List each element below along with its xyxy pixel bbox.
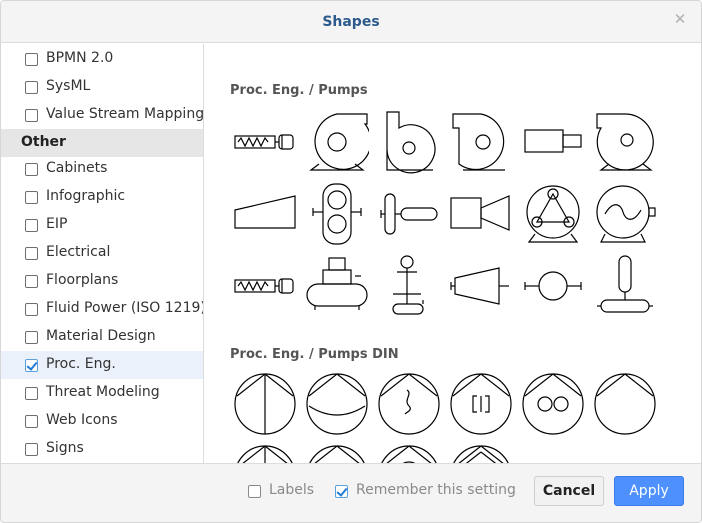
library-item-signs[interactable]: Signs	[1, 435, 203, 463]
pump-vertical-shaft-icon	[377, 254, 441, 318]
library-checkbox[interactable]	[25, 219, 38, 232]
group-header-label: Other	[21, 134, 66, 150]
library-checkbox[interactable]	[25, 387, 38, 400]
library-checkbox[interactable]	[25, 415, 38, 428]
pump-horizontal-drive-icon	[377, 182, 441, 246]
library-item-label: Web Icons	[46, 412, 118, 428]
pump-inline-icon	[521, 110, 585, 174]
pump-screw-icon	[233, 110, 297, 174]
labels-checkbox-label[interactable]: Labels	[269, 482, 314, 498]
library-checkbox-checked[interactable]	[25, 359, 38, 372]
library-item-label: Threat Modeling	[46, 384, 160, 400]
library-item-bpmn[interactable]: BPMN 2.0	[1, 45, 203, 73]
pump-screw-2-icon	[233, 254, 297, 318]
pump-diffuser-icon	[449, 254, 513, 318]
library-item-label: EIP	[46, 216, 68, 232]
library-item-material-design[interactable]: Material Design	[1, 323, 203, 351]
apply-button[interactable]: Apply	[614, 476, 684, 506]
pump-vertical-icon	[377, 110, 441, 174]
library-item-web-icons[interactable]: Web Icons	[1, 407, 203, 435]
dialog-title: Shapes	[322, 14, 380, 30]
library-item-label: Cabinets	[46, 160, 108, 176]
pump-tank-mounted-icon	[305, 254, 369, 318]
close-icon[interactable]: ✕	[672, 11, 688, 27]
cancel-button[interactable]: Cancel	[534, 476, 604, 506]
shape-preview-pane[interactable]: Proc. Eng. / Pumps Proc. Eng. / Pumps DI…	[205, 44, 701, 463]
library-item-label: BPMN 2.0	[46, 50, 114, 66]
din-pump-5-icon	[521, 372, 585, 436]
remember-setting-label[interactable]: Remember this setting	[356, 482, 516, 498]
library-checkbox[interactable]	[25, 443, 38, 456]
library-checkbox[interactable]	[25, 275, 38, 288]
pump-jet-icon	[449, 182, 513, 246]
section-title-pumps: Proc. Eng. / Pumps	[230, 83, 368, 98]
section-title-pumps-din: Proc. Eng. / Pumps DIN	[230, 347, 399, 362]
library-item-label: Electrical	[46, 244, 111, 260]
library-item-label: Value Stream Mapping	[46, 106, 204, 122]
din-pump-7-icon	[233, 444, 297, 463]
library-item-value-stream-mapping[interactable]: Value Stream Mapping	[1, 101, 203, 129]
pump-centrifugal-2-icon	[593, 110, 657, 174]
pump-peristaltic-icon	[593, 182, 657, 246]
dialog-titlebar: Shapes ✕	[1, 1, 701, 43]
library-item-label: Floorplans	[46, 272, 119, 288]
library-list[interactable]: BPMN 2.0 SysML Value Stream Mapping Othe…	[1, 44, 204, 463]
library-checkbox[interactable]	[25, 81, 38, 94]
library-item-eip[interactable]: EIP	[1, 211, 203, 239]
library-item-floorplans[interactable]: Floorplans	[1, 267, 203, 295]
library-item-cabinets[interactable]: Cabinets	[1, 155, 203, 183]
library-checkbox[interactable]	[25, 191, 38, 204]
dialog-footer: Labels Remember this setting Cancel Appl…	[1, 463, 701, 522]
din-pump-6-icon	[593, 372, 657, 436]
library-checkbox[interactable]	[25, 331, 38, 344]
labels-checkbox[interactable]	[248, 485, 261, 498]
pump-end-suction-icon	[449, 110, 513, 174]
library-checkbox[interactable]	[25, 53, 38, 66]
shapes-dialog: Shapes ✕ BPMN 2.0 SysML Value Stream Map…	[0, 0, 702, 523]
library-item-label: Proc. Eng.	[46, 356, 116, 372]
library-checkbox[interactable]	[25, 163, 38, 176]
din-pump-9-icon	[377, 444, 441, 463]
library-item-label: Material Design	[46, 328, 156, 344]
library-group-header-other: Other	[1, 129, 203, 157]
pump-twin-screw-icon	[305, 182, 369, 246]
remember-setting-checkbox[interactable]	[335, 485, 348, 498]
library-item-label: SysML	[46, 78, 91, 94]
library-checkbox[interactable]	[25, 303, 38, 316]
library-checkbox[interactable]	[25, 109, 38, 122]
library-item-label: Fluid Power (ISO 1219)	[46, 300, 204, 316]
library-item-label: Signs	[46, 440, 84, 456]
din-pump-4-icon	[449, 372, 513, 436]
din-pump-8-icon	[305, 444, 369, 463]
pump-wedge-icon	[233, 182, 297, 246]
library-item-proc-eng[interactable]: Proc. Eng.	[1, 351, 203, 379]
din-pump-3-icon	[377, 372, 441, 436]
din-pump-1-icon	[233, 372, 297, 436]
library-item-threat-modeling[interactable]: Threat Modeling	[1, 379, 203, 407]
library-item-label: Infographic	[46, 188, 126, 204]
pump-submersible-icon	[593, 254, 657, 318]
pump-rotary-lobe-icon	[521, 182, 585, 246]
din-pump-2-icon	[305, 372, 369, 436]
library-item-infographic[interactable]: Infographic	[1, 183, 203, 211]
library-item-electrical[interactable]: Electrical	[1, 239, 203, 267]
library-item-sysml[interactable]: SysML	[1, 73, 203, 101]
pump-circle-inline-icon	[521, 254, 585, 318]
din-pump-10-icon	[449, 444, 513, 463]
library-item-fluid-power[interactable]: Fluid Power (ISO 1219)	[1, 295, 203, 323]
library-checkbox[interactable]	[25, 247, 38, 260]
pump-centrifugal-icon	[305, 110, 369, 174]
